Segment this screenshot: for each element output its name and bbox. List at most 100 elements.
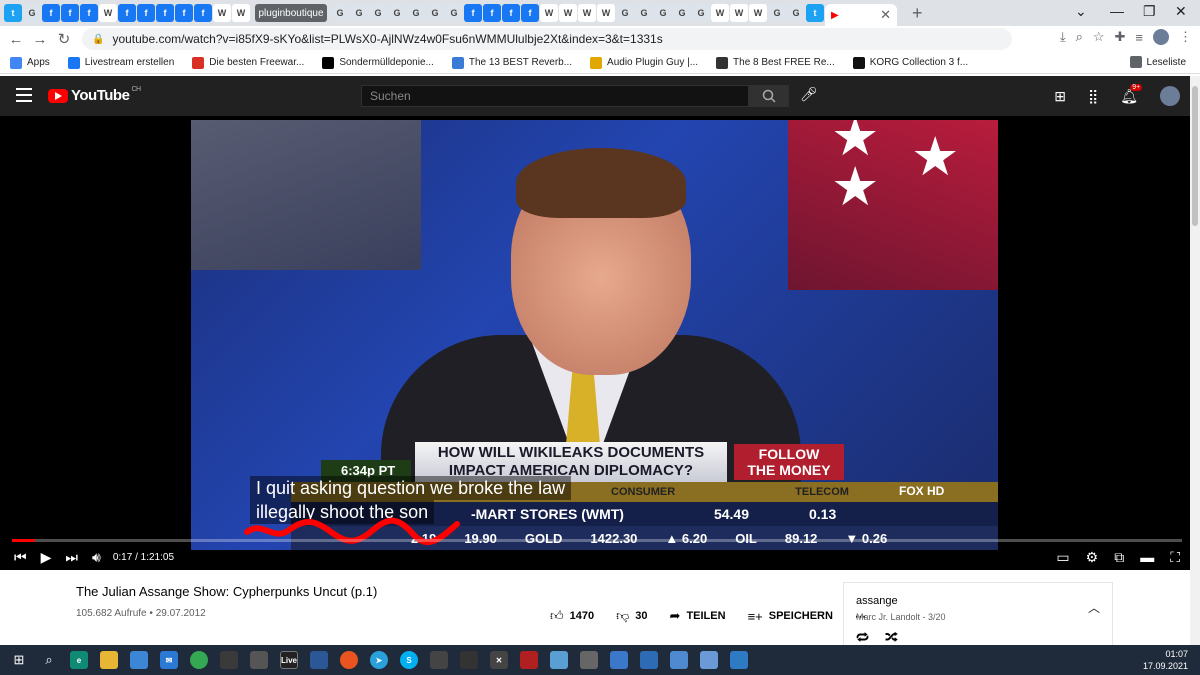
search-input[interactable]: Suchen: [361, 85, 749, 107]
browser-tab[interactable]: G: [635, 4, 653, 22]
voicemeeter-icon[interactable]: [514, 645, 544, 675]
bookmark-item[interactable]: Livestream erstellen: [67, 56, 174, 69]
chrome-menu-icon[interactable]: ⋮: [1179, 29, 1192, 45]
browser-tab[interactable]: W: [232, 4, 250, 22]
browser-tab[interactable]: f: [61, 4, 79, 22]
volume-icon[interactable]: 🔊︎: [92, 549, 101, 566]
install-icon[interactable]: ⤓: [1060, 29, 1066, 45]
apps-grid-icon[interactable]: ⣿: [1088, 88, 1098, 105]
browser-tab[interactable]: G: [787, 4, 805, 22]
bookmark-item[interactable]: Die besten Freewar...: [192, 56, 304, 69]
youtube-logo[interactable]: YouTube CH: [48, 86, 141, 104]
browser-tab[interactable]: f: [464, 4, 482, 22]
browser-tab[interactable]: G: [426, 4, 444, 22]
media-control-icon[interactable]: ≡: [1135, 30, 1143, 45]
browser-tab[interactable]: W: [711, 4, 729, 22]
edge-icon[interactable]: e: [64, 645, 94, 675]
skype-icon[interactable]: S: [394, 645, 424, 675]
search-button[interactable]: [749, 85, 789, 107]
play-icon[interactable]: ▶︎: [41, 549, 52, 566]
browser-tab[interactable]: W: [213, 4, 231, 22]
progress-bar[interactable]: [12, 539, 1182, 542]
save-button[interactable]: ≡+ SPEICHERN: [748, 609, 833, 624]
app-icon[interactable]: [454, 645, 484, 675]
notifications-bell-icon[interactable]: 🔔︎ 9+: [1120, 83, 1143, 105]
account-avatar[interactable]: [1160, 86, 1180, 106]
bookmark-item[interactable]: Sondermülldeponie...: [322, 56, 434, 69]
chevron-up-icon[interactable]: ︿: [1088, 599, 1100, 616]
browser-tab[interactable]: f: [156, 4, 174, 22]
settings-gear-icon[interactable]: ⚙︎: [1086, 549, 1099, 566]
browser-tab[interactable]: t: [806, 4, 824, 22]
bookmark-item[interactable]: KORG Collection 3 f...: [852, 56, 968, 69]
browser-tab[interactable]: G: [654, 4, 672, 22]
browser-tab[interactable]: f: [42, 4, 60, 22]
reading-list-button[interactable]: Leseliste: [1129, 56, 1186, 68]
browser-tab[interactable]: f: [137, 4, 155, 22]
previous-icon[interactable]: ⏮︎: [14, 549, 27, 566]
new-tab-button[interactable]: +: [912, 3, 923, 24]
browser-tab[interactable]: W: [749, 4, 767, 22]
browser-tab[interactable]: G: [350, 4, 368, 22]
browser-tab[interactable]: G: [369, 4, 387, 22]
bookmark-star-icon[interactable]: ☆: [1093, 29, 1105, 45]
telegram-icon[interactable]: ➤: [364, 645, 394, 675]
browser-tab[interactable]: G: [616, 4, 634, 22]
like-button[interactable]: 👍︎ 1470: [550, 608, 594, 624]
app-icon[interactable]: [544, 645, 574, 675]
browser-tab[interactable]: W: [597, 4, 615, 22]
app-icon[interactable]: [664, 645, 694, 675]
browser-tab[interactable]: t: [4, 4, 22, 22]
browser-tab[interactable]: f: [483, 4, 501, 22]
browser-tab[interactable]: f: [502, 4, 520, 22]
windows-start-icon[interactable]: ⊞: [4, 645, 34, 675]
maximize-button[interactable]: ❐: [1143, 3, 1156, 20]
ableton-live-icon[interactable]: Live: [274, 645, 304, 675]
video-player[interactable]: ★ ★ ★ HOW WILL WIKILEAKS DOCUMENTS IMPAC…: [0, 116, 1200, 570]
reload-button[interactable]: ↻: [52, 30, 76, 48]
browser-tab[interactable]: G: [445, 4, 463, 22]
subtitles-icon[interactable]: ▭: [1056, 549, 1069, 566]
app-icon[interactable]: [604, 645, 634, 675]
browser-tab[interactable]: W: [559, 4, 577, 22]
browser-tab[interactable]: G: [673, 4, 691, 22]
app-icon[interactable]: [424, 645, 454, 675]
taskbar-search-icon[interactable]: ⌕: [34, 645, 64, 675]
browser-tab[interactable]: G: [407, 4, 425, 22]
browser-tab[interactable]: W: [99, 4, 117, 22]
ubuntu-icon[interactable]: [334, 645, 364, 675]
next-icon[interactable]: ⏭︎: [65, 549, 78, 566]
browser-tab[interactable]: G: [23, 4, 41, 22]
bookmark-item[interactable]: Apps: [10, 56, 50, 69]
browser-tab[interactable]: W: [730, 4, 748, 22]
microphone-icon[interactable]: 🎤︎: [800, 86, 818, 103]
browser-tab-pluginboutique[interactable]: pluginboutique: [255, 4, 327, 22]
back-button[interactable]: ←: [4, 31, 28, 48]
app-icon[interactable]: [304, 645, 334, 675]
mail-icon[interactable]: ✉: [154, 645, 184, 675]
store-icon[interactable]: [124, 645, 154, 675]
close-window-button[interactable]: ✕: [1175, 3, 1187, 20]
zoom-icon[interactable]: ⌕: [1076, 29, 1083, 45]
browser-tab[interactable]: G: [331, 4, 349, 22]
browser-tab[interactable]: f: [80, 4, 98, 22]
dislike-button[interactable]: 👎︎ 30: [616, 608, 647, 624]
app-icon[interactable]: [574, 645, 604, 675]
close-tab-icon[interactable]: ✕: [880, 7, 891, 23]
file-explorer-icon[interactable]: [94, 645, 124, 675]
browser-tab[interactable]: f: [194, 4, 212, 22]
playlist-owner[interactable]: Marc Jr. Landolt: [856, 612, 920, 622]
forward-button[interactable]: →: [28, 31, 52, 48]
page-scrollbar[interactable]: [1190, 76, 1200, 645]
share-button[interactable]: ➦ TEILEN: [670, 608, 726, 624]
app-icon[interactable]: [634, 645, 664, 675]
minimize-button[interactable]: —: [1110, 3, 1124, 19]
browser-tab[interactable]: W: [540, 4, 558, 22]
browser-tab[interactable]: f: [521, 4, 539, 22]
active-tab[interactable]: ▶ ✕: [825, 4, 897, 26]
fullscreen-icon[interactable]: ⛶: [1170, 549, 1180, 566]
create-video-icon[interactable]: ⊞: [1054, 88, 1066, 105]
profile-avatar[interactable]: [1153, 29, 1169, 45]
browser-tab[interactable]: G: [388, 4, 406, 22]
app-icon[interactable]: ✕: [484, 645, 514, 675]
